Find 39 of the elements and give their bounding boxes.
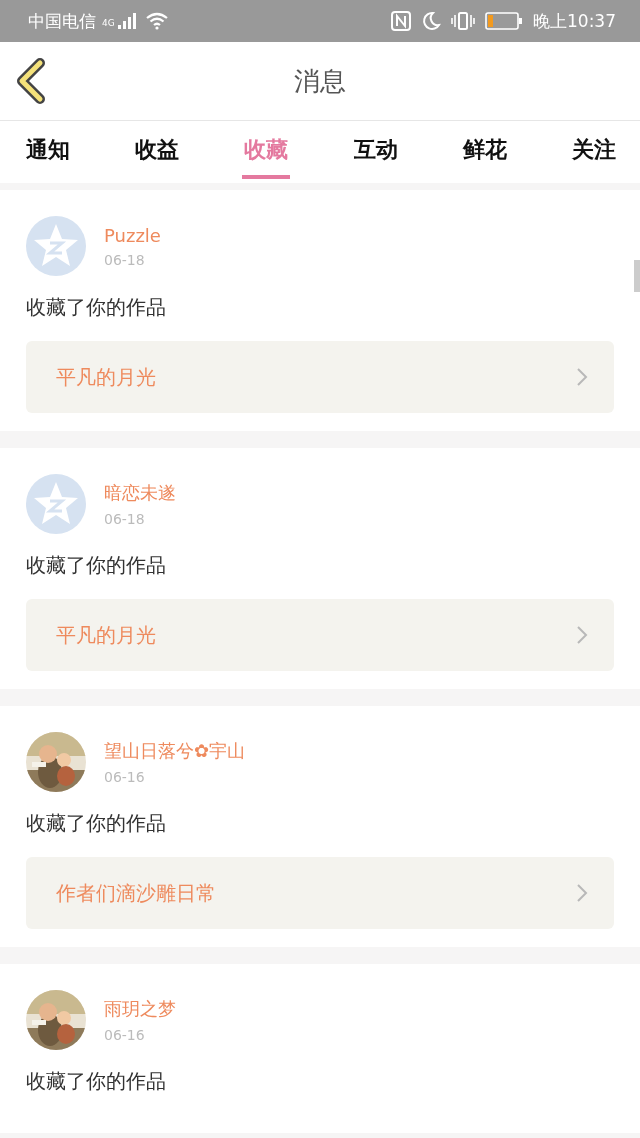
chevron-right-icon xyxy=(576,625,588,645)
message-date: 06-18 xyxy=(104,251,146,268)
default-avatar-icon xyxy=(26,474,86,534)
default-avatar-icon xyxy=(26,216,86,276)
message-text: 收藏了你的作品 xyxy=(26,294,167,321)
work-link[interactable]: 作者们滴沙雕日常 xyxy=(26,857,614,929)
message-date: 06-16 xyxy=(104,769,146,785)
tab[interactable]: 鲜花 xyxy=(460,125,509,179)
work-link[interactable]: 平凡的月光 xyxy=(26,599,614,671)
signal-icon xyxy=(116,12,139,30)
carrier-name: 中国电信 xyxy=(28,9,96,33)
message-date: 06-18 xyxy=(104,511,146,527)
user-name[interactable]: Puzzle xyxy=(104,224,161,246)
tab[interactable]: 收藏 xyxy=(242,125,291,179)
message-text: 收藏了你的作品 xyxy=(26,1068,167,1095)
chevron-right-icon xyxy=(576,367,588,387)
network-type: 4G xyxy=(102,17,115,28)
tab[interactable]: 通知 xyxy=(24,125,72,179)
vibrate-icon xyxy=(451,11,475,31)
tab[interactable]: 互动 xyxy=(351,125,400,179)
message-text: 收藏了你的作品 xyxy=(26,810,167,837)
page-title: 消息 xyxy=(294,64,346,98)
message-date: 06-16 xyxy=(104,1027,146,1043)
scrollbar xyxy=(634,260,640,292)
nfc-icon xyxy=(391,11,411,31)
battery-icon xyxy=(485,12,523,30)
user-name[interactable]: 望山日落兮✿宇山 xyxy=(104,739,246,763)
message-text: 收藏了你的作品 xyxy=(26,552,167,579)
moon-icon xyxy=(421,11,441,31)
tab[interactable]: 关注 xyxy=(569,125,618,179)
back-chevron-icon xyxy=(14,58,48,104)
user-name[interactable]: 暗恋未遂 xyxy=(104,481,176,505)
user-name[interactable]: 雨玥之梦 xyxy=(104,997,176,1021)
tab[interactable]: 收益 xyxy=(133,125,182,179)
chevron-right-icon xyxy=(576,883,588,903)
clock-time: 晚上10:37 xyxy=(533,9,616,33)
work-link[interactable]: 平凡的月光 xyxy=(26,341,614,413)
wifi-icon xyxy=(144,12,169,30)
back-button[interactable] xyxy=(14,58,48,104)
